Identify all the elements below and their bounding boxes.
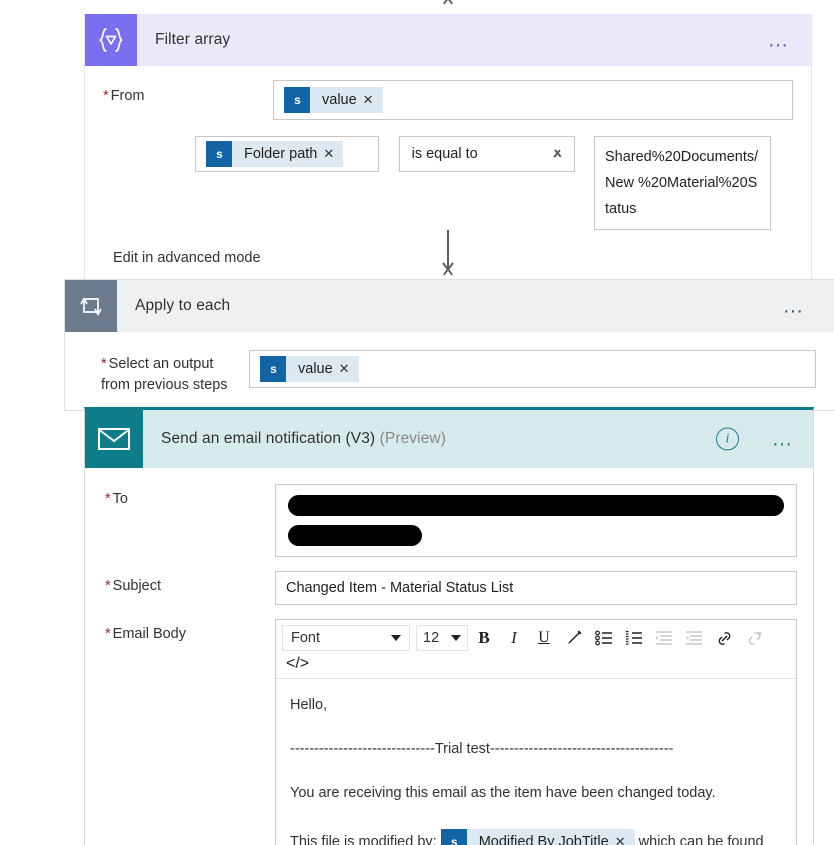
required-asterisk: * [105, 491, 111, 507]
required-asterisk: * [101, 356, 107, 372]
send-email-menu-button[interactable]: … [772, 429, 796, 450]
token-remove-icon[interactable]: ✕ [363, 92, 383, 108]
redacted-recipient-bar [288, 525, 422, 546]
token-remove-icon[interactable]: ✕ [323, 146, 343, 162]
filter-array-header[interactable]: Filter array … [85, 14, 811, 66]
outdent-button[interactable] [680, 625, 708, 651]
font-size-value: 12 [423, 630, 440, 646]
code-view-button[interactable]: </> [282, 655, 309, 673]
dynamic-token-modified-by-jobtitle[interactable]: s Modified By JobTitle ✕ [440, 827, 635, 845]
font-family-value: Font [291, 630, 321, 646]
to-label: * To [105, 491, 128, 507]
select-output-input[interactable]: s value ✕ [249, 350, 816, 388]
closing-prefix: This file is modified by: [290, 834, 437, 845]
to-row: * To [85, 484, 813, 557]
closing-suffix: which can be found [638, 834, 764, 845]
text-color-pencil-icon[interactable] [560, 625, 588, 651]
body-closing: This file is modified by: s Modified By … [290, 827, 782, 845]
chevron-down-icon [391, 635, 401, 641]
sharepoint-icon: s [206, 141, 232, 167]
filter-braces-icon [85, 14, 137, 66]
dynamic-token-value[interactable]: s value ✕ [260, 356, 359, 382]
token-label: Modified By JobTitle [478, 834, 609, 845]
redacted-recipient-bar [288, 495, 784, 516]
indent-button[interactable] [650, 625, 678, 651]
token-remove-icon[interactable]: ✕ [615, 827, 635, 845]
arrow-head-icon [439, 263, 457, 275]
info-icon[interactable]: i [716, 427, 739, 451]
select-output-label: * Select an output from previous steps [101, 356, 228, 393]
connector-arrow-top [418, 0, 478, 8]
bold-button[interactable]: B [470, 625, 498, 651]
chevron-down-icon [552, 150, 563, 161]
underline-button[interactable]: U [530, 625, 558, 651]
sharepoint-icon: s [284, 87, 310, 113]
email-body-content[interactable]: Hello, ------------------------------Tri… [276, 679, 796, 845]
sharepoint-icon: s [440, 829, 467, 845]
apply-to-each-card[interactable]: Apply to each … * Select an output from p… [64, 279, 834, 411]
bulleted-list-button[interactable] [590, 625, 618, 651]
preview-tag: (Preview) [379, 430, 446, 447]
envelope-icon [85, 410, 143, 468]
body-greeting: Hello, [290, 697, 328, 713]
body-divider: ------------------------------Trial test… [290, 741, 674, 757]
loop-icon [65, 280, 117, 332]
from-label: * From [103, 88, 145, 104]
dynamic-token-folder-path[interactable]: s Folder path ✕ [206, 141, 344, 167]
apply-to-each-body: * Select an output from previous steps s … [65, 332, 834, 410]
body-paragraph: You are receiving this email as the item… [290, 785, 716, 801]
send-email-header[interactable]: Send an email notification (V3) (Preview… [85, 410, 813, 468]
required-asterisk: * [105, 578, 111, 594]
subject-label: * Subject [105, 578, 162, 594]
select-output-row: * Select an output from previous steps s … [65, 350, 834, 396]
insert-link-button[interactable] [710, 625, 738, 651]
condition-row: s Folder path ✕ is equal to Shared%20Doc… [85, 136, 811, 230]
italic-button[interactable]: I [500, 625, 528, 651]
dynamic-token-value[interactable]: s value ✕ [284, 87, 383, 113]
connector-arrow-middle [418, 230, 478, 280]
font-size-dropdown[interactable]: 12 [416, 625, 468, 651]
condition-left-input[interactable]: s Folder path ✕ [195, 136, 379, 172]
condition-operator-dropdown[interactable]: is equal to [398, 136, 575, 172]
token-label: value [322, 92, 357, 108]
remove-link-button[interactable] [740, 625, 768, 651]
send-email-body: * To * Subject Changed Item - Material Sta… [85, 468, 813, 845]
email-body-label: * Email Body [105, 626, 186, 642]
from-input[interactable]: s value ✕ [273, 80, 793, 120]
condition-operator-value: is equal to [411, 146, 478, 162]
numbered-list-button[interactable] [620, 625, 648, 651]
condition-value-input[interactable]: Shared%20Documents/New %20Material%20Sta… [593, 136, 771, 230]
required-asterisk: * [103, 88, 109, 104]
from-row: * From s value ✕ [85, 80, 811, 120]
editor-toolbar: Font 12 B I U </> [276, 620, 796, 679]
font-family-dropdown[interactable]: Font [282, 625, 410, 651]
send-email-notification-card[interactable]: Send an email notification (V3) (Preview… [84, 407, 814, 845]
token-remove-icon[interactable]: ✕ [339, 361, 359, 377]
filter-array-title: Filter array [155, 31, 231, 48]
arrow-head-icon [439, 0, 457, 4]
filter-array-menu-button[interactable]: … [768, 30, 792, 51]
subject-input[interactable]: Changed Item - Material Status List [275, 571, 797, 605]
power-automate-flow-designer: Filter array … * From s value ✕ s Folder… [0, 0, 834, 845]
email-body-row: * Email Body Font 12 B I U </> Hello, --… [85, 619, 813, 845]
send-email-title: Send an email notification (V3) (Preview… [161, 430, 446, 447]
to-input[interactable] [275, 484, 797, 557]
apply-to-each-header[interactable]: Apply to each … [65, 280, 834, 332]
rich-text-editor[interactable]: Font 12 B I U </> Hello, ---------------… [275, 619, 797, 845]
subject-row: * Subject Changed Item - Material Status … [85, 571, 813, 605]
apply-to-each-menu-button[interactable]: … [783, 296, 807, 317]
token-label: Folder path [244, 146, 318, 162]
chevron-down-icon [451, 635, 461, 641]
token-label: value [298, 361, 333, 377]
apply-to-each-title: Apply to each [135, 297, 231, 314]
sharepoint-icon: s [260, 356, 286, 382]
required-asterisk: * [105, 626, 111, 642]
